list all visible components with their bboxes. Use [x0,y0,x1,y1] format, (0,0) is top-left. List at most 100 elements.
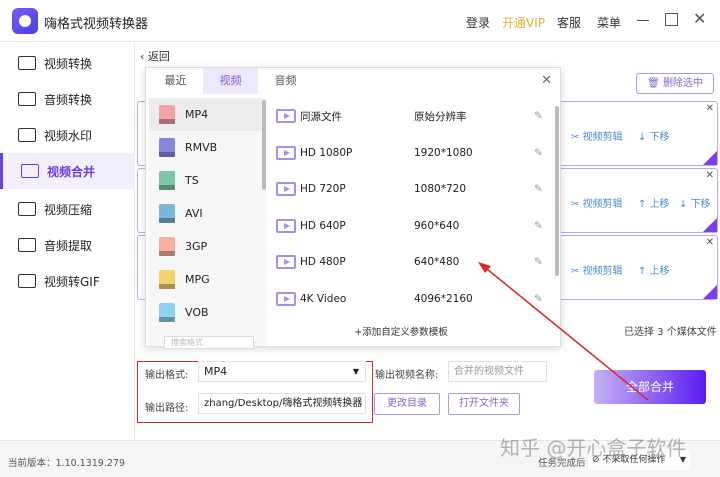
format-list-scrollbar[interactable] [262,100,266,190]
format-search-input[interactable]: 搜索格式 [164,336,254,349]
preset-row[interactable]: 4K Video 4096*2160 ✎ [276,281,548,317]
edit-icon[interactable]: ✎ [534,147,543,159]
edit-icon[interactable]: ✎ [534,293,543,305]
back-label: 返回 [147,50,170,63]
preset-row[interactable]: 同源文件 原始分辨率 ✎ [276,98,548,134]
preset-name: HD 720P [300,183,346,195]
add-template-button[interactable]: +添加自定义参数模板 [326,324,476,338]
merge-all-button[interactable]: 全部合并 [594,370,706,404]
open-folder-button[interactable]: 打开文件夹 [448,393,520,415]
selected-count: 已选择 3 个媒体文件 [624,327,717,338]
watermark: 知乎 @开心盒子软件 [500,436,687,460]
video-icon [276,109,296,123]
format-item-3gp[interactable]: 3GP [149,230,261,263]
format-name: MPG [185,273,210,286]
format-name: MP4 [185,108,209,121]
close-icon[interactable]: ✕ [541,73,552,88]
move-down-button[interactable]: ↓ 下移 [679,195,711,210]
sidebar-item-label: 视频压缩 [44,202,93,217]
preset-row[interactable]: HD 1080P 1920*1080 ✎ [276,135,548,171]
format-item-rmvb[interactable]: RMVB [149,131,261,164]
checked-icon[interactable] [703,285,717,299]
video-edit-button[interactable]: ✂ 视频剪辑 [571,262,623,277]
move-up-button[interactable]: ↑ 上移 [638,195,670,210]
output-path-field[interactable]: zhang/Desktop/嗨格式视频转换器 [198,393,366,414]
menu-link[interactable]: 菜单 [597,14,621,31]
preset-row[interactable]: HD 640P 960*640 ✎ [276,208,548,244]
edit-icon[interactable]: ✎ [534,110,543,122]
sidebar-item-label: 视频转GIF [44,274,100,289]
file-icon [159,270,175,289]
move-down-button[interactable]: ↓ 下移 [638,128,670,143]
video-icon [276,218,296,233]
preset-name: HD 1080P [300,146,353,159]
close-button[interactable]: ✕ [693,9,706,28]
sidebar-item-watermark[interactable]: 视频水印 [0,117,135,153]
preset-resolution: 1080*720 [414,183,467,195]
video-edit-button[interactable]: ✂ 视频剪辑 [571,195,623,210]
preset-resolution: 原始分辨率 [414,110,467,123]
format-item-ts[interactable]: TS [149,164,261,197]
up-label: 上移 [649,266,670,277]
preset-row[interactable]: HD 480P 640*480 ✎ [276,244,548,280]
speaker-icon [18,92,36,106]
video-icon [276,182,296,196]
checked-icon[interactable] [703,151,717,165]
edit-icon[interactable]: ✎ [534,256,543,268]
change-dir-button[interactable]: 更改目录 [374,393,440,415]
tab-recent[interactable]: 最近 [148,68,203,94]
minimize-button[interactable] [637,20,649,21]
format-item-avi[interactable]: AVI [149,197,261,230]
edit-label: 视频剪辑 [582,199,623,210]
sidebar-item-video-merge[interactable]: 视频合并 [0,153,135,189]
up-label: 上移 [649,199,670,210]
file-icon [159,171,175,190]
tab-audio[interactable]: 音频 [258,68,313,94]
format-select[interactable]: MP4 ▼ [198,361,366,382]
down-label: 下移 [649,132,670,143]
preset-resolution: 4096*2160 [414,292,473,305]
remove-icon[interactable]: ✕ [706,103,714,114]
service-link[interactable]: 客服 [557,14,581,31]
file-icon [159,204,175,223]
app-logo [12,8,38,34]
back-button[interactable]: ‹ 返回 [140,48,170,64]
delete-selected-button[interactable]: 🗑 删除选中 [636,73,714,94]
sidebar-item-gif[interactable]: 视频转GIF [0,263,135,299]
sidebar-item-video-convert[interactable]: 视频转换 [0,45,135,81]
edit-icon[interactable]: ✎ [534,183,543,195]
format-item-vob[interactable]: VOB [149,296,261,329]
sidebar-item-audio-convert[interactable]: 音频转换 [0,81,135,117]
video-edit-button[interactable]: ✂ 视频剪辑 [571,128,623,143]
edit-icon[interactable]: ✎ [534,220,543,232]
audio-extract-icon [18,238,36,252]
output-name-input[interactable]: 合并的视频文件 [448,361,547,382]
video-convert-icon [18,56,36,70]
format-name: AVI [185,207,203,220]
file-icon [159,105,175,124]
preset-row[interactable]: HD 720P 1080*720 ✎ [276,171,548,207]
remove-icon[interactable]: ✕ [706,237,714,248]
title-bar: 嗨格式视频转换器 登录 开通VIP 客服 菜单 ✕ [0,0,720,42]
preset-list-scrollbar[interactable] [555,106,559,276]
edit-label: 视频剪辑 [582,132,623,143]
sidebar-item-label: 视频合并 [47,164,96,179]
name-label: 输出视频名称: [375,370,439,381]
tab-video[interactable]: 视频 [203,68,258,94]
vip-link[interactable]: 开通VIP [502,14,545,31]
sidebar-item-audio-extract[interactable]: 音频提取 [0,227,135,263]
login-link[interactable]: 登录 [466,14,490,31]
file-icon [159,303,175,322]
preset-name: HD 640P [300,219,346,232]
remove-icon[interactable]: ✕ [706,170,714,181]
format-item-mpg[interactable]: MPG [149,263,261,296]
format-item-mp4[interactable]: MP4 [149,98,261,131]
checked-icon[interactable] [703,218,717,232]
format-name: VOB [185,306,209,319]
preset-resolution: 640*480 [414,256,460,268]
sidebar-item-compress[interactable]: 视频压缩 [0,191,135,227]
maximize-button[interactable] [665,13,678,26]
sidebar-item-label: 视频水印 [44,128,93,143]
file-icon [159,237,175,256]
move-up-button[interactable]: ↑ 上移 [638,262,670,277]
